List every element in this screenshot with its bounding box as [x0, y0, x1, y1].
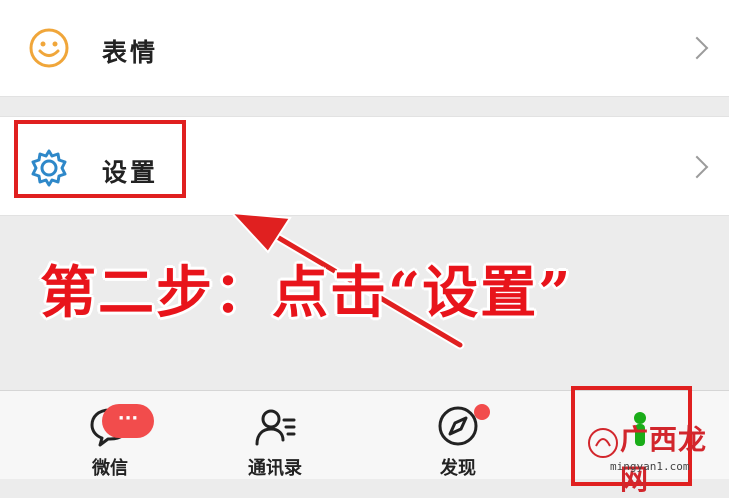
site-watermark: 广西龙网 mingyan1.com: [586, 418, 729, 496]
contacts-icon: [255, 409, 296, 446]
tab-contacts-label: 通讯录: [248, 458, 302, 479]
menu-row-emoji[interactable]: 表情: [0, 0, 729, 97]
chevron-right-icon: [685, 155, 709, 179]
watermark-url: mingyan1.com: [610, 460, 690, 473]
tab-discover[interactable]: 发现: [378, 390, 538, 479]
new-dot-indicator: [474, 404, 490, 420]
tab-discover-label: 发现: [440, 458, 476, 479]
chevron-right-icon: [685, 36, 709, 60]
watermark-title: 广西龙网: [620, 423, 708, 496]
unread-badge: ···: [102, 404, 154, 438]
instruction-caption: 第二步：点击“设置”: [40, 260, 573, 326]
menu-row-emoji-label: 表情: [102, 38, 159, 67]
settings-highlight-box: [14, 120, 186, 198]
tab-contacts[interactable]: 通讯录: [195, 390, 355, 479]
tab-wechat-label: 微信: [92, 458, 128, 479]
smiley-icon: [29, 28, 69, 68]
watermark-logo: [588, 428, 618, 458]
